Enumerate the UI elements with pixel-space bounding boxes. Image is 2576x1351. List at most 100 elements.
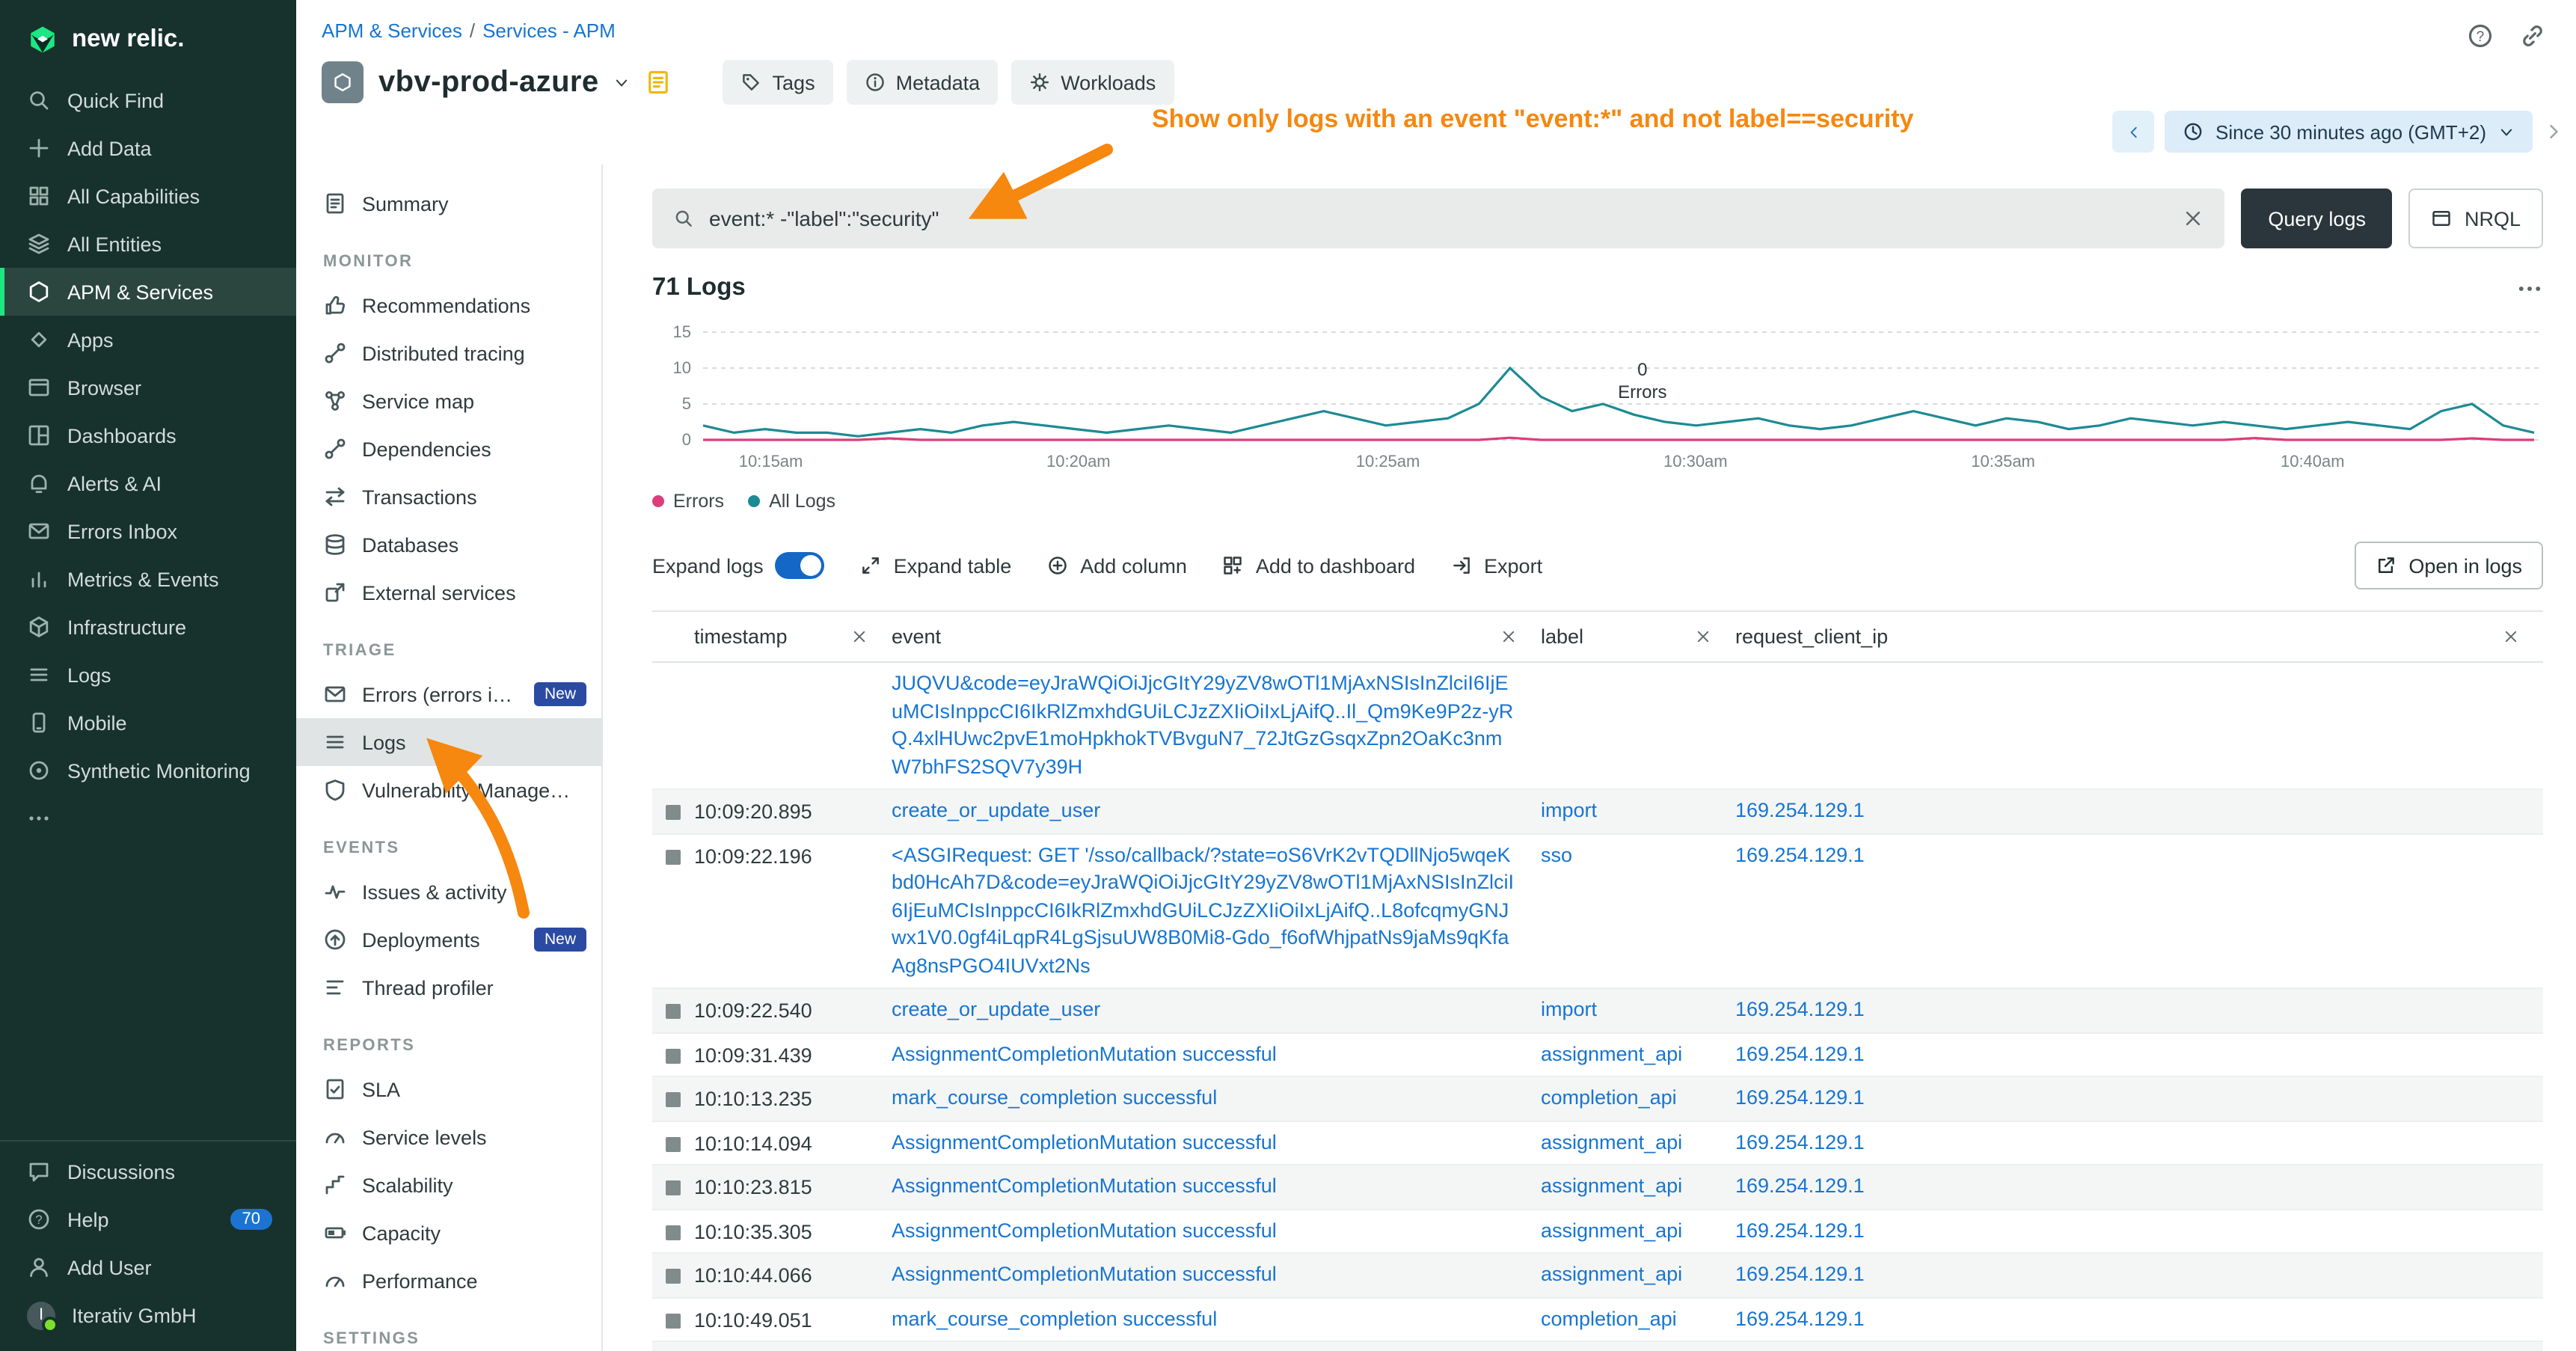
time-range-button[interactable]: Since 30 minutes ago (GMT+2) [2165, 111, 2533, 153]
logs-query-input[interactable]: event:* -"label":"security" [652, 189, 2224, 248]
ip-link[interactable]: 169.254.129.1 [1735, 1217, 2543, 1245]
expand-table-button[interactable]: Expand table [861, 554, 1012, 577]
legend-item-errors[interactable]: Errors [652, 491, 724, 512]
time-back-button[interactable] [2112, 111, 2154, 153]
subnav-item-issues-activity[interactable]: Issues & activity [296, 868, 601, 916]
sidebar-item-mobile[interactable]: Mobile [0, 699, 296, 747]
ip-link[interactable]: 169.254.129.1 [1735, 842, 2543, 869]
workloads-button[interactable]: Workloads [1011, 60, 1174, 105]
label-link[interactable]: assignment_api [1541, 1173, 1735, 1201]
row-checkbox[interactable] [666, 1092, 681, 1107]
nrql-button[interactable]: NRQL [2409, 189, 2543, 248]
row-checkbox[interactable] [666, 1225, 681, 1240]
event-link[interactable]: mark_course_completion successful [892, 1305, 1541, 1333]
row-checkbox[interactable] [666, 1048, 681, 1063]
sidebar-item-alerts-ai[interactable]: Alerts & AI [0, 459, 296, 507]
row-checkbox[interactable] [666, 1136, 681, 1151]
sidebar-footer-item-discussions[interactable]: Discussions [0, 1148, 296, 1195]
logs-chart[interactable]: 05101510:15am10:20am10:25am10:30am10:35a… [652, 311, 2543, 479]
open-in-logs-button[interactable]: Open in logs [2355, 542, 2543, 589]
sidebar-footer-item-add-user[interactable]: Add User [0, 1243, 296, 1291]
remove-column-icon[interactable] [1695, 628, 1711, 645]
sidebar-item-apps[interactable]: Apps [0, 316, 296, 364]
legend-item-all-logs[interactable]: All Logs [748, 491, 835, 512]
sidebar-footer-item-help[interactable]: ?Help70 [0, 1195, 296, 1243]
sidebar-item-dashboards[interactable]: Dashboards [0, 411, 296, 459]
row-checkbox[interactable] [666, 805, 681, 820]
subnav-item-errors-errors-inb[interactable]: Errors (errors inb...New [296, 670, 601, 718]
subnav-item-vulnerability-management[interactable]: Vulnerability Management [296, 766, 601, 814]
event-link[interactable]: AssignmentCompletionMutation successful [892, 1041, 1541, 1068]
subnav-item-transactions[interactable]: Transactions [296, 473, 601, 521]
event-link[interactable]: AssignmentCompletionMutation successful [892, 1129, 1541, 1157]
remove-column-icon[interactable] [2503, 628, 2519, 645]
ip-link[interactable]: 169.254.129.1 [1735, 1085, 2543, 1112]
subnav-item-external-services[interactable]: External services [296, 569, 601, 616]
sidebar-footer-item-iterativ-gmbh[interactable]: IIterativ GmbH [0, 1291, 296, 1339]
sidebar-item-infrastructure[interactable]: Infrastructure [0, 603, 296, 651]
ip-link[interactable]: 169.254.129.1 [1735, 1261, 2543, 1289]
add-to-dashboard-button[interactable]: Add to dashboard [1223, 554, 1415, 577]
favorite-star-icon[interactable] [645, 69, 672, 96]
ip-link[interactable]: 169.254.129.1 [1735, 1173, 2543, 1201]
sidebar-item-quick-find[interactable]: Quick Find [0, 76, 296, 124]
row-checkbox[interactable] [666, 1004, 681, 1019]
subnav-item-recommendations[interactable]: Recommendations [296, 281, 601, 329]
event-link[interactable]: AssignmentCompletionMutation successful [892, 1261, 1541, 1289]
row-checkbox[interactable] [666, 1180, 681, 1195]
event-link[interactable]: <ASGIRequest: GET '/sso/callback/?state=… [892, 842, 1541, 980]
subnav-item-capacity[interactable]: Capacity [296, 1209, 601, 1257]
subnav-item-sla[interactable]: SLA [296, 1065, 601, 1113]
label-link[interactable]: assignment_api [1541, 1041, 1735, 1068]
event-link[interactable]: JUQVU&code=eyJraWQiOiJjcGItY29yZV8wOTl1M… [892, 670, 1541, 781]
tags-button[interactable]: Tags [723, 60, 833, 105]
expand-logs-toggle[interactable]: Expand logs [652, 552, 825, 579]
event-link[interactable]: AssignmentCompletionMutation successful [892, 1217, 1541, 1245]
label-link[interactable]: completion_api [1541, 1305, 1735, 1333]
subnav-item-scalability[interactable]: Scalability [296, 1161, 601, 1209]
help-circle-icon[interactable]: ? [2467, 22, 2494, 49]
row-checkbox[interactable] [666, 1269, 681, 1284]
label-link[interactable]: sso [1541, 842, 1735, 869]
more-options-icon[interactable] [2516, 275, 2543, 301]
clear-query-icon[interactable] [2183, 208, 2204, 229]
subnav-item-dependencies[interactable]: Dependencies [296, 425, 601, 473]
breadcrumb-link[interactable]: Services - APM [482, 19, 616, 42]
sidebar-item-metrics-events[interactable]: Metrics & Events [0, 555, 296, 603]
subnav-item-performance[interactable]: Performance [296, 1257, 601, 1305]
time-forward-button[interactable] [2543, 121, 2564, 142]
sidebar-item-apm-services[interactable]: APM & Services [0, 268, 296, 316]
toggle-switch[interactable] [776, 552, 825, 579]
row-checkbox[interactable] [666, 1313, 681, 1328]
subnav-item-service-map[interactable]: Service map [296, 377, 601, 425]
ip-link[interactable]: 169.254.129.1 [1735, 797, 2543, 825]
brand[interactable]: new relic. [0, 0, 296, 76]
sidebar-item-synthetic-monitoring[interactable]: Synthetic Monitoring [0, 747, 296, 794]
subnav-item-deployments[interactable]: DeploymentsNew [296, 916, 601, 964]
subnav-item-thread-profiler[interactable]: Thread profiler [296, 964, 601, 1011]
event-link[interactable]: mark_course_completion successful [892, 1085, 1541, 1112]
breadcrumb-link[interactable]: APM & Services [322, 19, 462, 42]
sidebar-item-logs[interactable]: Logs [0, 651, 296, 699]
subnav-item-databases[interactable]: Databases [296, 521, 601, 569]
ip-link[interactable]: 169.254.129.1 [1735, 1041, 2543, 1068]
subnav-item-summary[interactable]: Summary [296, 180, 601, 227]
add-column-button[interactable]: Add column [1047, 554, 1187, 577]
entity-switcher-chevron-icon[interactable] [614, 74, 631, 91]
sidebar-item-add-data[interactable]: Add Data [0, 124, 296, 172]
subnav-item-service-levels[interactable]: Service levels [296, 1113, 601, 1161]
label-link[interactable]: assignment_api [1541, 1129, 1735, 1157]
remove-column-icon[interactable] [851, 628, 868, 645]
event-link[interactable]: AssignmentCompletionMutation successful [892, 1173, 1541, 1201]
export-button[interactable]: Export [1451, 554, 1542, 577]
metadata-button[interactable]: Metadata [847, 60, 999, 105]
query-logs-button[interactable]: Query logs [2241, 189, 2393, 248]
label-link[interactable]: completion_api [1541, 1085, 1735, 1112]
event-link[interactable]: create_or_update_user [892, 996, 1541, 1024]
permalink-icon[interactable] [2519, 22, 2546, 49]
remove-column-icon[interactable] [1500, 628, 1517, 645]
label-link[interactable]: assignment_api [1541, 1261, 1735, 1289]
subnav-item-logs[interactable]: Logs [296, 718, 601, 766]
label-link[interactable]: assignment_api [1541, 1217, 1735, 1245]
sidebar-item-errors-inbox[interactable]: Errors Inbox [0, 507, 296, 555]
